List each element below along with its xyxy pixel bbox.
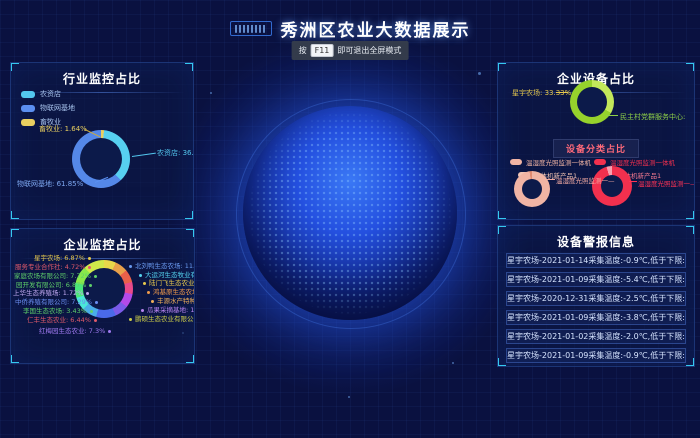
globe [243, 106, 457, 320]
leader-line [606, 115, 618, 116]
corner-bracket [686, 211, 695, 220]
legend-item[interactable]: 温湿度光照监测一体机 [594, 157, 675, 167]
leader-line [629, 181, 637, 182]
donut-hole [522, 179, 542, 199]
corner-bracket [497, 62, 506, 71]
corner-bracket [686, 62, 695, 71]
category-donut-right[interactable] [592, 166, 632, 206]
chart-label: 仁丰生态农业: 6.44% [27, 314, 97, 324]
legend-swatch [21, 119, 35, 126]
corner-bracket [497, 358, 506, 367]
panel-industry-monitor: 行业监控占比 农资店 物联网基地 畜牧业 畜牧业: 1.64% 农资店: 36.… [10, 62, 194, 220]
tip-text-suffix: 即可退出全屏模式 [337, 45, 401, 56]
corner-bracket [185, 62, 194, 71]
donut-hole [577, 87, 607, 117]
legend-item[interactable]: 温湿度光照监测一体机 [510, 157, 591, 167]
f11-key: F11 [311, 44, 334, 57]
chart-label: 温湿度光照监测一— [556, 175, 615, 185]
chart-label: 鹏硕生态农业有限公司: 6.87% [129, 313, 195, 323]
corner-bracket [10, 62, 19, 71]
panel-title-alarms: 设备警报信息 [498, 233, 694, 250]
legend-label: 物联网基地 [40, 103, 75, 113]
legend-swatch [594, 159, 606, 165]
corner-bracket [686, 225, 695, 234]
chart-label-xingyu: 星宇农场: 33.33% [512, 88, 571, 98]
tip-text-prefix: 按 [299, 45, 307, 56]
corner-bracket [10, 228, 19, 237]
legend-label: 农资店 [40, 89, 61, 99]
corner-bracket [186, 355, 195, 364]
alarm-row: 星宇农场-2021-01-09采集温度:-0.9℃,低于下限:0℃ [506, 348, 686, 363]
page-title: 秀洲区农业大数据展示 [281, 16, 471, 41]
chart-label: 红梅园生态农业: 7.3% [39, 325, 111, 335]
category-donut-left[interactable] [514, 171, 550, 207]
corner-bracket [497, 211, 506, 220]
leader-line [547, 179, 555, 180]
chart-label-iot: 物联网基地: 61.85% [17, 179, 83, 189]
chart-label: 温湿度光照监测一— [638, 178, 695, 188]
corner-bracket [686, 358, 695, 367]
fullscreen-tip: 按 F11 即可退出全屏模式 [292, 41, 409, 60]
corner-bracket [10, 211, 19, 220]
legend-item[interactable]: 物联网基地 [21, 103, 75, 113]
chart-label-livestock: 畜牧业: 1.64% [39, 124, 87, 134]
panel-title-industry: 行业监控占比 [11, 70, 193, 87]
dashboard: 秀洲区农业大数据展示 按 F11 即可退出全屏模式 行业监控占比 农资店 物联网… [0, 0, 700, 438]
alarm-list: 星宇农场-2021-01-14采集温度:-0.9℃,低于下限:0℃ 星宇农场-2… [506, 253, 686, 367]
alarm-row: 星宇农场-2021-01-09采集温度:-3.8℃,低于下限:0℃ [506, 310, 686, 325]
device-donut-chart[interactable] [570, 80, 614, 124]
panel-enterprise-monitor: 企业监控占比 星宇农场: 6.87% 服务专业合作社: 4.72% 家庭农场有限… [10, 228, 195, 364]
donut-hole [80, 138, 122, 180]
legend-swatch [21, 91, 35, 98]
particle-dot [478, 72, 481, 75]
logo-badge [230, 21, 272, 36]
corner-bracket [497, 225, 506, 234]
corner-bracket [10, 355, 19, 364]
legend-label: 温湿度光照监测一体机 [526, 157, 591, 167]
leader-line [132, 153, 156, 157]
panel-device-share: 企业设备占比 星宇农场: 33.33% 民主村党群服务中心: 设备分类占比 温湿… [497, 62, 695, 220]
header: 秀洲区农业大数据展示 [0, 16, 700, 41]
globe-dot-map [249, 112, 451, 314]
corner-bracket [185, 211, 194, 220]
legend-label: 温湿度光照监测一体机 [610, 157, 675, 167]
chart-label-store: 农资店: 36.51% [157, 148, 194, 158]
alarm-row: 星宇农场-2021-01-02采集温度:-2.0℃,低于下限:0℃ [506, 329, 686, 344]
alarm-row: 星宇农场-2021-01-09采集温度:-5.4℃,低于下限:0℃ [506, 272, 686, 287]
chart-label-minzhu: 民主村党群服务中心: [620, 112, 685, 122]
legend-swatch [510, 159, 522, 165]
legend-item[interactable]: 农资店 [21, 89, 75, 99]
panel-title-enterprise: 企业监控占比 [11, 236, 194, 253]
panel-device-alarms: 设备警报信息 星宇农场-2021-01-14采集温度:-0.9℃,低于下限:0℃… [497, 225, 695, 367]
alarm-row: 星宇农场-2021-01-14采集温度:-0.9℃,低于下限:0℃ [506, 253, 686, 268]
alarm-row: 星宇农场-2020-12-31采集温度:-2.5℃,低于下限:0℃ [506, 291, 686, 306]
corner-bracket [186, 228, 195, 237]
legend-swatch [21, 105, 35, 112]
category-subtitle: 设备分类占比 [553, 139, 639, 158]
